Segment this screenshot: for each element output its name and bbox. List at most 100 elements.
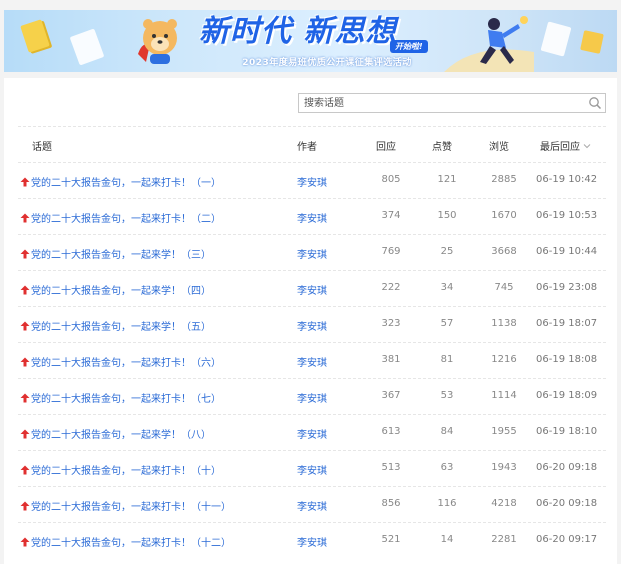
like-count: 116: [437, 498, 457, 509]
last-reply-time: 06-20 09:18: [536, 498, 598, 509]
like-count: 150: [437, 210, 457, 221]
reply-count: 521: [381, 534, 401, 545]
table-row: 党的二十大报告金句，一起来打卡！（六） 李安琪 381 81 1216 06-1…: [18, 342, 606, 378]
last-reply-time: 06-20 09:17: [536, 534, 598, 545]
view-count: 2885: [491, 174, 517, 185]
topic-link[interactable]: 党的二十大报告金句，一起来学！（四）: [20, 282, 211, 297]
table-row: 党的二十大报告金句，一起来打卡！（十二） 李安琪 521 14 2281 06-…: [18, 522, 606, 558]
author-link[interactable]: 李安琪: [297, 462, 327, 477]
author-link[interactable]: 李安琪: [297, 354, 327, 369]
author-link[interactable]: 李安琪: [297, 246, 327, 261]
table-row: 党的二十大报告金句，一起来学！（五） 李安琪 323 57 1138 06-19…: [18, 306, 606, 342]
topic-title: 党的二十大报告金句，一起来打卡！（二）: [31, 214, 221, 225]
view-count: 2281: [491, 534, 517, 545]
like-count: 34: [440, 282, 454, 293]
header-replies: 回应: [376, 142, 396, 153]
table-row: 党的二十大报告金句，一起来打卡！（十一） 李安琪 856 116 4218 06…: [18, 486, 606, 522]
pinned-arrow-icon: [20, 213, 30, 222]
view-count: 1138: [491, 318, 517, 329]
reply-count: 381: [381, 354, 401, 365]
view-count: 745: [494, 282, 514, 293]
author-link[interactable]: 李安琪: [297, 390, 327, 405]
view-count: 1114: [491, 390, 517, 401]
view-count: 4218: [491, 498, 517, 509]
table-row: 党的二十大报告金句，一起来学！（四） 李安琪 222 34 745 06-19 …: [18, 270, 606, 306]
pinned-arrow-icon: [20, 537, 30, 546]
view-count: 1216: [491, 354, 517, 365]
like-count: 57: [440, 318, 454, 329]
topic-title: 党的二十大报告金句，一起来打卡！（十）: [31, 466, 221, 477]
person-figure-icon: [444, 16, 534, 72]
header-author: 作者: [297, 142, 317, 153]
topic-title: 党的二十大报告金句，一起来学！（四）: [31, 286, 211, 297]
pinned-arrow-icon: [20, 429, 30, 438]
author-link[interactable]: 李安琪: [297, 318, 327, 333]
mascot-icon: [138, 19, 177, 64]
author-link[interactable]: 李安琪: [297, 282, 327, 297]
reply-count: 769: [381, 246, 401, 257]
author-link[interactable]: 李安琪: [297, 210, 327, 225]
topic-title: 党的二十大报告金句，一起来打卡！（十一）: [31, 502, 231, 513]
topic-link[interactable]: 党的二十大报告金句，一起来打卡！（二）: [20, 210, 221, 225]
reply-count: 513: [381, 462, 401, 473]
banner-subtitle: 2023年度易班优质公开课征集评选活动: [242, 58, 412, 68]
topic-link[interactable]: 党的二十大报告金句，一起来学！（三）: [20, 246, 211, 261]
last-reply-time: 06-19 18:07: [536, 318, 598, 329]
pinned-arrow-icon: [20, 285, 30, 294]
author-link[interactable]: 李安琪: [297, 534, 327, 549]
last-reply-time: 06-20 09:18: [536, 462, 598, 473]
topic-link[interactable]: 党的二十大报告金句，一起来打卡！（七）: [20, 390, 221, 405]
topic-title: 党的二十大报告金句，一起来打卡！（六）: [31, 358, 221, 369]
reply-count: 367: [381, 390, 401, 401]
topic-link[interactable]: 党的二十大报告金句，一起来学！（五）: [20, 318, 211, 333]
author-link[interactable]: 李安琪: [297, 426, 327, 441]
reply-count: 613: [381, 426, 401, 437]
reply-count: 805: [381, 174, 401, 185]
header-likes: 点赞: [432, 142, 452, 153]
pinned-arrow-icon: [20, 321, 30, 330]
last-reply-time: 06-19 18:08: [536, 354, 598, 365]
pinned-arrow-icon: [20, 465, 30, 474]
view-count: 1955: [491, 426, 517, 437]
chevron-down-icon[interactable]: [583, 142, 591, 150]
topic-link[interactable]: 党的二十大报告金句，一起来打卡！（十二）: [20, 534, 231, 549]
topic-list-panel: 话题 作者 回应 点赞 浏览 最后回应 党的二十大报告金句，一起来打卡！（一） …: [4, 78, 617, 564]
table-header: 话题 作者 回应 点赞 浏览 最后回应: [18, 126, 606, 163]
topic-link[interactable]: 党的二十大报告金句，一起来打卡！（六）: [20, 354, 221, 369]
topic-link[interactable]: 党的二十大报告金句，一起来打卡！（一）: [20, 174, 221, 189]
book-decoration: [20, 19, 50, 53]
like-count: 84: [440, 426, 454, 437]
table-row: 党的二十大报告金句，一起来学！（八） 李安琪 613 84 1955 06-19…: [18, 414, 606, 450]
like-count: 121: [437, 174, 457, 185]
header-last-reply-label: 最后回应: [540, 142, 580, 153]
like-count: 81: [440, 354, 454, 365]
pinned-arrow-icon: [20, 357, 30, 366]
reply-count: 374: [381, 210, 401, 221]
topic-title: 党的二十大报告金句，一起来学！（三）: [31, 250, 211, 261]
paper-decoration: [540, 21, 572, 57]
like-count: 25: [440, 246, 454, 257]
like-count: 63: [440, 462, 454, 473]
author-link[interactable]: 李安琪: [297, 174, 327, 189]
view-count: 3668: [491, 246, 517, 257]
table-row: 党的二十大报告金句，一起来打卡！（二） 李安琪 374 150 1670 06-…: [18, 198, 606, 234]
last-reply-time: 06-19 18:09: [536, 390, 598, 401]
topic-link[interactable]: 党的二十大报告金句，一起来学！（八）: [20, 426, 211, 441]
search-box[interactable]: [298, 93, 606, 113]
promo-banner[interactable]: 新时代 新思想 开始啦! 2023年度易班优质公开课征集评选活动: [4, 10, 617, 72]
topic-link[interactable]: 党的二十大报告金句，一起来打卡！（十一）: [20, 498, 231, 513]
like-count: 14: [440, 534, 454, 545]
header-last-reply-sort[interactable]: 最后回应: [540, 138, 591, 153]
table-row: 党的二十大报告金句，一起来打卡！（一） 李安琪 805 121 2885 06-…: [18, 162, 606, 198]
reply-count: 856: [381, 498, 401, 509]
last-reply-time: 06-19 18:10: [536, 426, 598, 437]
search-icon[interactable]: [588, 96, 602, 110]
view-count: 1670: [491, 210, 517, 221]
search-input[interactable]: [304, 96, 574, 111]
reply-count: 222: [381, 282, 401, 293]
table-row: 党的二十大报告金句，一起来打卡！（七） 李安琪 367 53 1114 06-1…: [18, 378, 606, 414]
pinned-arrow-icon: [20, 249, 30, 258]
author-link[interactable]: 李安琪: [297, 498, 327, 513]
paper-decoration: [69, 28, 105, 66]
topic-link[interactable]: 党的二十大报告金句，一起来打卡！（十）: [20, 462, 221, 477]
